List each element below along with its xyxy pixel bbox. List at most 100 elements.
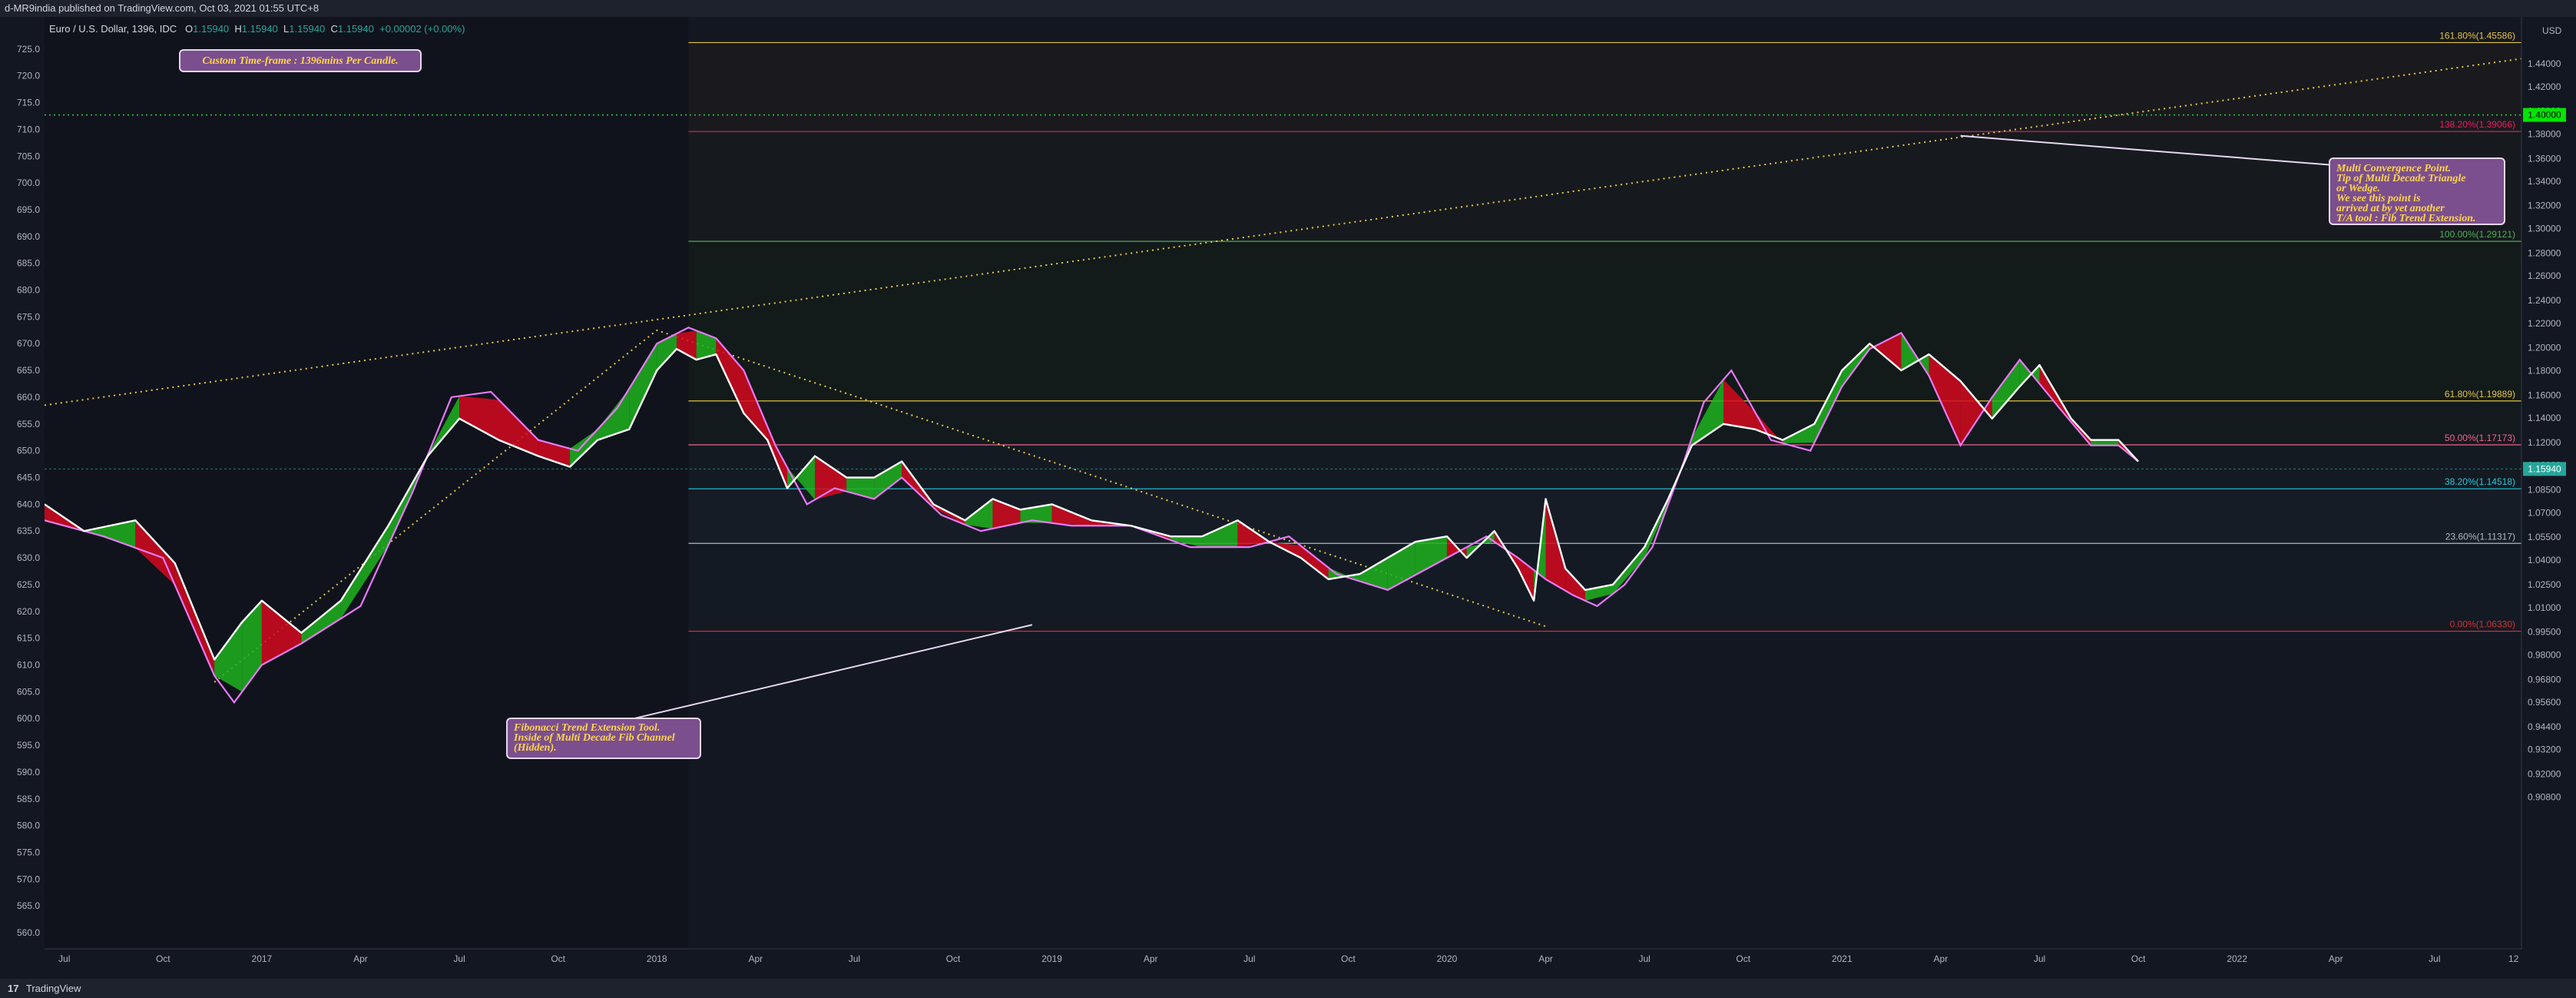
x-tick-16: Jul xyxy=(1638,953,1650,964)
left-tick-2: 715.0 xyxy=(17,98,40,108)
fib-tool-line-3: (Hidden). xyxy=(514,742,557,754)
high-value: 1.15940 xyxy=(241,23,278,35)
left-tick-25: 600.0 xyxy=(17,713,40,724)
symbol-legend: Euro / U.S. Dollar, 1396, IDC O1.15940 H… xyxy=(49,23,465,35)
right-tick-0: 1.44000 xyxy=(2528,58,2561,69)
right-tick-16: 1.12000 xyxy=(2528,437,2561,448)
left-tick-22: 615.0 xyxy=(17,633,40,644)
green-level-label: 1.40000 xyxy=(2528,110,2561,121)
right-tick-26: 0.96800 xyxy=(2528,674,2561,685)
x-tick-10: 2019 xyxy=(1041,953,1062,964)
left-tick-10: 675.0 xyxy=(17,311,40,322)
x-tick-11: Apr xyxy=(1144,953,1158,964)
price-chart[interactable]: 161.80%(1.45586) 138.20%(1.39066) 100.00%(… xyxy=(0,0,2576,998)
left-tick-14: 655.0 xyxy=(17,419,40,429)
left-tick-6: 695.0 xyxy=(17,204,40,215)
left-tick-12: 665.0 xyxy=(17,365,40,376)
left-tick-19: 630.0 xyxy=(17,552,40,563)
left-tick-5: 700.0 xyxy=(17,177,40,188)
fib-level-label-2: 100.00%(1.29121) xyxy=(2439,229,2515,240)
x-tick-17: Oct xyxy=(1736,953,1750,964)
left-tick-21: 620.0 xyxy=(17,606,40,617)
left-tick-8: 685.0 xyxy=(17,258,40,269)
right-tick-4: 1.36000 xyxy=(2528,153,2561,164)
x-tick-8: Jul xyxy=(849,953,860,964)
fib-tool-note[interactable]: Fibonacci Trend Extension Tool. Inside o… xyxy=(506,718,701,759)
timeframe-note[interactable]: Custom Time-frame : 1396mins Per Candle. xyxy=(179,49,422,72)
right-tick-31: 0.90800 xyxy=(2528,791,2561,802)
right-tick-30: 0.92000 xyxy=(2528,769,2561,780)
x-tick-6: 2018 xyxy=(647,953,667,964)
x-tick-19: Apr xyxy=(1934,953,1949,964)
time-axis-panel xyxy=(45,949,2521,979)
left-tick-33: 560.0 xyxy=(17,927,40,938)
convergence-line-6: T/A tool : Fib Trend Extension. xyxy=(2336,213,2476,224)
x-tick-7: Apr xyxy=(748,953,763,964)
right-tick-15: 1.14000 xyxy=(2528,413,2561,423)
x-tick-3: Apr xyxy=(353,953,368,964)
left-tick-31: 570.0 xyxy=(17,874,40,884)
right-tick-19: 1.07000 xyxy=(2528,507,2561,518)
x-tick-13: Oct xyxy=(1341,953,1356,964)
right-tick-13: 1.18000 xyxy=(2528,365,2561,376)
right-tick-24: 0.99500 xyxy=(2528,627,2561,638)
fib-level-label-4: 50.00%(1.17173) xyxy=(2445,433,2515,443)
x-tick-25: 12 xyxy=(2508,953,2519,964)
right-tick-21: 1.04000 xyxy=(2528,555,2561,565)
x-tick-20: Jul xyxy=(2034,953,2045,964)
left-tick-15: 650.0 xyxy=(17,446,40,456)
footer-bar: 17 TradingView xyxy=(0,979,2576,998)
open-label: O xyxy=(185,23,194,35)
right-tick-9: 1.26000 xyxy=(2528,270,2561,281)
left-tick-26: 595.0 xyxy=(17,740,40,751)
fib-level-label-3: 61.80%(1.19889) xyxy=(2445,389,2515,400)
timeframe-note-text: Custom Time-frame : 1396mins Per Candle. xyxy=(202,55,399,67)
left-tick-1: 720.0 xyxy=(17,71,40,81)
right-tick-23: 1.01000 xyxy=(2528,602,2561,613)
x-tick-21: Oct xyxy=(2131,953,2146,964)
fib-zone-3 xyxy=(688,400,2521,446)
right-tick-28: 0.94400 xyxy=(2528,721,2561,732)
left-tick-28: 585.0 xyxy=(17,794,40,804)
left-tick-23: 610.0 xyxy=(17,660,40,671)
fib-level-label-5: 38.20%(1.14518) xyxy=(2445,476,2515,487)
fib-zone-4 xyxy=(688,445,2521,489)
left-tick-16: 645.0 xyxy=(17,472,40,483)
x-tick-12: Jul xyxy=(1243,953,1255,964)
left-tick-9: 680.0 xyxy=(17,285,40,296)
left-tick-18: 635.0 xyxy=(17,526,40,536)
left-shade xyxy=(45,17,689,949)
brand-name: TradingView xyxy=(25,983,81,994)
right-tick-25: 0.98000 xyxy=(2528,649,2561,660)
fib-zone-5 xyxy=(688,489,2521,544)
left-tick-0: 725.0 xyxy=(17,44,40,55)
x-tick-9: Oct xyxy=(946,953,961,964)
left-tick-24: 605.0 xyxy=(17,686,40,697)
right-tick-6: 1.32000 xyxy=(2528,201,2561,211)
tradingview-logo: 17 xyxy=(8,983,19,994)
right-tick-12: 1.20000 xyxy=(2528,343,2561,353)
right-tick-20: 1.05500 xyxy=(2528,532,2561,542)
left-tick-32: 565.0 xyxy=(17,900,40,911)
symbol-title: Euro / U.S. Dollar, 1396, IDC xyxy=(49,23,177,35)
x-tick-24: Jul xyxy=(2429,953,2440,964)
x-tick-23: Apr xyxy=(2329,953,2343,964)
fib-level-label-6: 23.60%(1.11317) xyxy=(2445,531,2515,542)
right-tick-5: 1.34000 xyxy=(2528,176,2561,187)
right-tick-29: 0.93200 xyxy=(2528,744,2561,755)
x-tick-4: Jul xyxy=(453,953,465,964)
right-tick-22: 1.02500 xyxy=(2528,579,2561,590)
convergence-note[interactable]: Multi Convergence Point. Tip of Multi De… xyxy=(2329,157,2505,225)
right-tick-1: 1.42000 xyxy=(2528,81,2561,92)
close-label: C xyxy=(330,23,338,35)
fib-level-label-1: 138.20%(1.39066) xyxy=(2439,119,2515,130)
x-tick-15: Apr xyxy=(1538,953,1553,964)
right-tick-3: 1.38000 xyxy=(2528,129,2561,140)
right-tick-7: 1.30000 xyxy=(2528,223,2561,234)
x-tick-5: Oct xyxy=(551,953,565,964)
right-tick-11: 1.22000 xyxy=(2528,318,2561,329)
x-tick-22: 2022 xyxy=(2227,953,2247,964)
fib-zone-2 xyxy=(688,241,2521,401)
right-axis-unit: USD xyxy=(2542,25,2562,36)
left-tick-20: 625.0 xyxy=(17,579,40,590)
